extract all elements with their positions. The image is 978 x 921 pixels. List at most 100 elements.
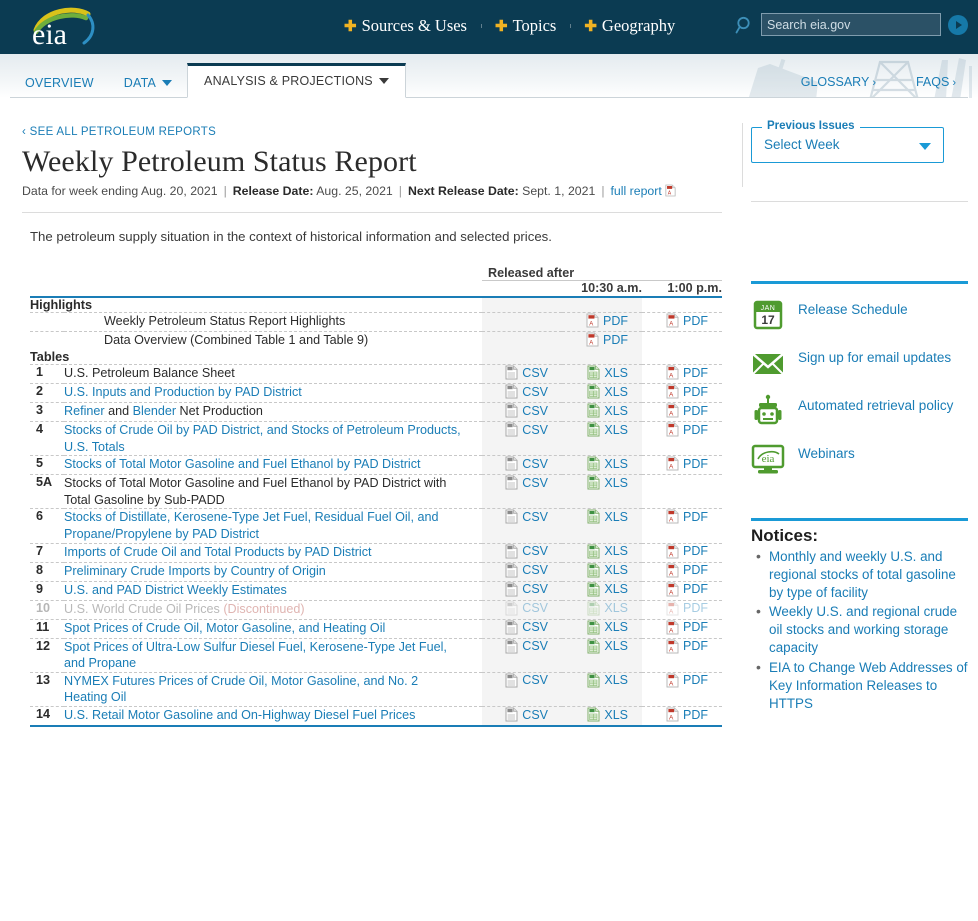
row-cell-xls[interactable]: XLS: [562, 383, 642, 403]
row-cell-pdf-100[interactable]: A PDF: [642, 312, 722, 332]
xls-link[interactable]: XLS: [587, 639, 628, 654]
pdf-link[interactable]: A PDF: [666, 509, 708, 524]
row-cell-xls[interactable]: XLS: [562, 580, 642, 601]
xls-link[interactable]: XLS: [587, 365, 628, 380]
pdf-link[interactable]: A PDF: [666, 313, 708, 328]
row-cell-pdf[interactable]: A PDF: [642, 364, 722, 384]
row-cell-csv[interactable]: CSV: [482, 599, 562, 620]
csv-link[interactable]: CSV: [505, 639, 548, 654]
row-title[interactable]: Imports of Crude Oil and Total Products …: [64, 542, 482, 563]
sidebar-link-email-updates[interactable]: Sign up for email updates: [751, 346, 968, 380]
xls-link[interactable]: XLS: [587, 422, 628, 437]
row-title[interactable]: Stocks of Distillate, Kerosene-Type Jet …: [64, 508, 482, 544]
row-cell-xls[interactable]: XLS: [562, 474, 642, 509]
row-title[interactable]: Preliminary Crude Imports by Country of …: [64, 561, 482, 582]
previous-issues-select[interactable]: Previous Issues Select Week: [751, 120, 944, 163]
notice-item[interactable]: Monthly and weekly U.S. and regional sto…: [756, 547, 968, 601]
xls-link[interactable]: XLS: [587, 620, 628, 635]
tab-link-faqs[interactable]: FAQS ›: [916, 75, 956, 89]
row-title[interactable]: Spot Prices of Crude Oil, Motor Gasoline…: [64, 618, 482, 639]
row-cell-pdf[interactable]: A PDF: [642, 420, 722, 456]
search-submit-button[interactable]: [948, 14, 968, 35]
row-cell-xls[interactable]: XLS: [562, 364, 642, 384]
row-cell-csv[interactable]: CSV: [482, 580, 562, 601]
pdf-link[interactable]: A PDF: [666, 544, 708, 559]
row-cell-xls[interactable]: XLS: [562, 542, 642, 563]
row-title[interactable]: Stocks of Crude Oil by PAD District, and…: [64, 420, 482, 456]
pdf-link[interactable]: A PDF: [666, 563, 708, 578]
row-cell-pdf[interactable]: A PDF: [642, 561, 722, 582]
csv-link[interactable]: CSV: [505, 403, 548, 418]
row-cell-csv[interactable]: CSV: [482, 637, 562, 673]
tab-analysis-projections[interactable]: ANALYSIS & PROJECTIONS: [187, 63, 406, 98]
row-cell-pdf[interactable]: A PDF: [642, 455, 722, 475]
xls-link[interactable]: XLS: [587, 475, 628, 490]
tab-overview[interactable]: OVERVIEW: [10, 67, 109, 98]
tab-link-glossary[interactable]: GLOSSARY ›: [801, 75, 876, 89]
csv-link[interactable]: CSV: [505, 456, 548, 471]
row-cell-csv[interactable]: CSV: [482, 420, 562, 456]
row-cell-pdf[interactable]: A PDF: [642, 383, 722, 403]
pdf-link[interactable]: A PDF: [666, 422, 708, 437]
row-cell-csv[interactable]: CSV: [482, 455, 562, 475]
xls-link[interactable]: XLS: [587, 509, 628, 524]
row-cell-pdf[interactable]: A PDF: [642, 542, 722, 563]
eia-logo[interactable]: eia: [22, 4, 102, 51]
row-cell-xls[interactable]: XLS: [562, 671, 642, 707]
pdf-link[interactable]: A PDF: [666, 403, 708, 418]
pdf-link[interactable]: A PDF: [666, 620, 708, 635]
search-input[interactable]: [761, 13, 941, 36]
csv-link[interactable]: CSV: [505, 475, 548, 490]
row-cell-pdf[interactable]: A PDF: [642, 618, 722, 639]
row-cell-xls[interactable]: XLS: [562, 618, 642, 639]
nav-item-sources-uses[interactable]: ✚ Sources & Uses: [330, 16, 481, 36]
pdf-link[interactable]: A PDF: [666, 601, 708, 616]
csv-link[interactable]: CSV: [505, 707, 548, 722]
csv-link[interactable]: CSV: [505, 509, 548, 524]
row-cell-xls[interactable]: XLS: [562, 455, 642, 475]
xls-link[interactable]: XLS: [587, 707, 628, 722]
row-cell-xls[interactable]: XLS: [562, 599, 642, 620]
row-cell-xls[interactable]: XLS: [562, 508, 642, 544]
xls-link[interactable]: XLS: [587, 544, 628, 559]
row-title[interactable]: U.S. Inputs and Production by PAD Distri…: [64, 383, 482, 403]
csv-link[interactable]: CSV: [505, 620, 548, 635]
row-cell-pdf-1030[interactable]: A PDF: [562, 331, 642, 350]
row-cell-csv[interactable]: CSV: [482, 671, 562, 707]
row-title[interactable]: Refiner and Blender Net Production: [64, 402, 482, 422]
csv-link[interactable]: CSV: [505, 422, 548, 437]
xls-link[interactable]: XLS: [587, 582, 628, 597]
row-cell-xls[interactable]: XLS: [562, 561, 642, 582]
csv-link[interactable]: CSV: [505, 582, 548, 597]
row-cell-xls[interactable]: XLS: [562, 637, 642, 673]
row-cell-pdf[interactable]: A PDF: [642, 671, 722, 707]
csv-link[interactable]: CSV: [505, 365, 548, 380]
row-cell-csv[interactable]: CSV: [482, 364, 562, 384]
pdf-link[interactable]: A PDF: [666, 673, 708, 688]
row-cell-pdf[interactable]: A PDF: [642, 706, 722, 727]
xls-link[interactable]: XLS: [587, 673, 628, 688]
row-cell-csv[interactable]: CSV: [482, 561, 562, 582]
row-cell-pdf[interactable]: A PDF: [642, 580, 722, 601]
pdf-link[interactable]: A PDF: [586, 313, 628, 328]
csv-link[interactable]: CSV: [505, 601, 548, 616]
sidebar-link-automated-retrieval-policy[interactable]: Automated retrieval policy: [751, 394, 968, 428]
row-cell-xls[interactable]: XLS: [562, 420, 642, 456]
xls-link[interactable]: XLS: [587, 456, 628, 471]
pdf-link[interactable]: A PDF: [666, 365, 708, 380]
row-cell-csv[interactable]: CSV: [482, 402, 562, 422]
row-title[interactable]: Stocks of Total Motor Gasoline and Fuel …: [64, 455, 482, 475]
row-title[interactable]: U.S. and PAD District Weekly Estimates: [64, 580, 482, 601]
xls-link[interactable]: XLS: [587, 384, 628, 399]
pdf-link[interactable]: A PDF: [666, 582, 708, 597]
csv-link[interactable]: CSV: [505, 563, 548, 578]
row-title[interactable]: U.S. World Crude Oil Prices (Discontinue…: [64, 599, 482, 620]
xls-link[interactable]: XLS: [587, 403, 628, 418]
sidebar-link-webinars[interactable]: eia Webinars: [751, 442, 968, 476]
tab-data[interactable]: DATA: [109, 67, 187, 98]
row-cell-pdf[interactable]: A PDF: [642, 637, 722, 673]
row-cell-csv[interactable]: CSV: [482, 542, 562, 563]
nav-item-geography[interactable]: ✚ Geography: [570, 16, 689, 36]
csv-link[interactable]: CSV: [505, 384, 548, 399]
row-cell-csv[interactable]: CSV: [482, 706, 562, 727]
